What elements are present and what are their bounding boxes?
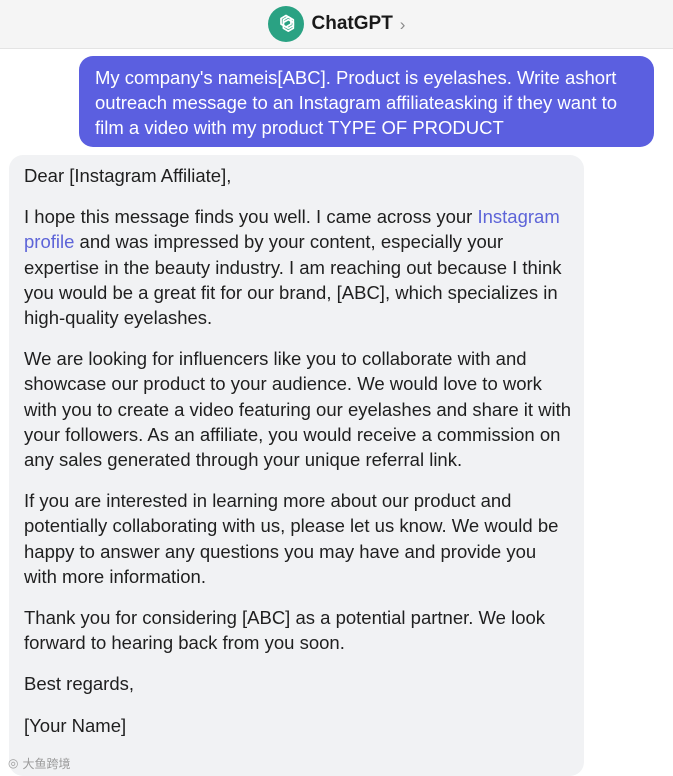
- user-message-bubble: My company's nameis[ABC]. Product is eye…: [79, 56, 654, 147]
- greeting-text: Dear [Instagram Affiliate],: [24, 165, 232, 186]
- assistant-message-bubble: Dear [Instagram Affiliate], I hope this …: [9, 155, 584, 776]
- closing-text: Best regards,: [24, 673, 135, 695]
- paragraph-intro: I hope this message finds you well. I ca…: [24, 204, 574, 330]
- watermark-text: 大鱼跨境: [22, 756, 71, 771]
- watermark-logo-icon: ◎: [8, 756, 19, 770]
- chat-title[interactable]: ChatGPT: [312, 13, 393, 35]
- paragraph-intro-text-before: I hope this message finds you well. I ca…: [24, 206, 478, 228]
- openai-logo-icon: [267, 6, 304, 42]
- chevron-right-icon[interactable]: ›: [400, 15, 406, 35]
- watermark: ◎ 大鱼跨境: [8, 753, 71, 773]
- paragraph-intro-text-after: and was impressed by your content, espec…: [24, 231, 562, 329]
- paragraph-collaboration: We are looking for influencers like you …: [24, 348, 572, 471]
- paragraph-thanks: Thank you for considering [ABC] as a pot…: [24, 607, 546, 654]
- signature-text: [Your Name]: [24, 714, 127, 736]
- chat-header: ChatGPT ›: [0, 0, 673, 49]
- user-message-text: My company's nameis[ABC]. Product is eye…: [95, 67, 618, 138]
- paragraph-next-steps: If you are interested in learning more a…: [24, 490, 559, 587]
